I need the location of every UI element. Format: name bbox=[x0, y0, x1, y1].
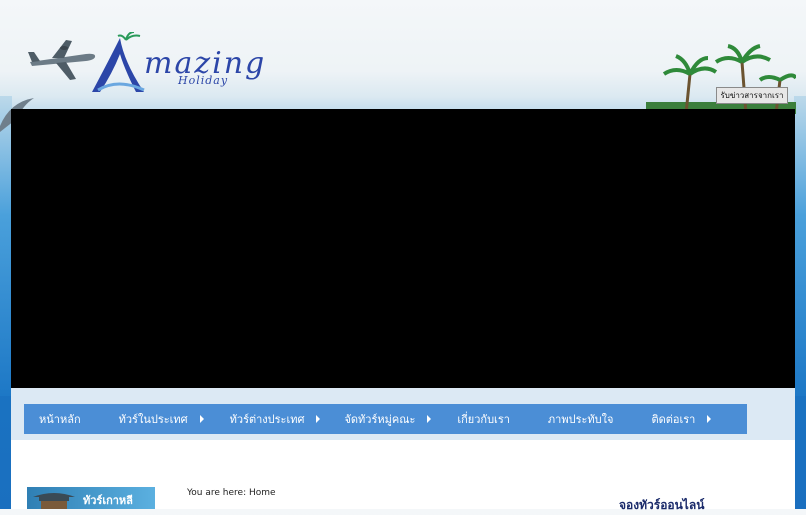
breadcrumb: You are here: Home bbox=[187, 488, 276, 498]
nav-item-label: จัดทัวร์หมู่คณะ bbox=[344, 413, 416, 426]
background-ocean-right bbox=[794, 96, 806, 396]
nav-item-gallery[interactable]: ภาพประทับใจ bbox=[548, 404, 614, 434]
site-logo[interactable]: mazing Holiday bbox=[26, 28, 276, 94]
nav-item-home[interactable]: หน้าหลัก bbox=[39, 404, 81, 434]
main-content: ทัวร์เกาหลี You are here: Home จองทัวร์อ… bbox=[11, 440, 795, 512]
nav-item-label: ทัวร์ต่างประเทศ bbox=[229, 413, 305, 426]
pagoda-icon bbox=[33, 493, 75, 509]
nav-item-domestic-tours[interactable]: ทัวร์ในประเทศ bbox=[119, 404, 204, 434]
nav-item-label: เกี่ยวกับเรา bbox=[457, 413, 510, 426]
submenu-arrow-icon bbox=[427, 415, 432, 423]
submenu-arrow-icon bbox=[707, 415, 712, 423]
hero-slideshow[interactable] bbox=[11, 109, 795, 388]
submenu-arrow-icon bbox=[199, 415, 204, 423]
nav-item-group-tours[interactable]: จัดทัวร์หมู่คณะ bbox=[344, 404, 432, 434]
nav-item-contact[interactable]: ติดต่อเรา bbox=[651, 404, 712, 434]
submenu-arrow-icon bbox=[316, 415, 321, 423]
nav-bar-container: หน้าหลัก ทัวร์ในประเทศ ทัวร์ต่างประเทศ จ… bbox=[11, 388, 795, 440]
nav-item-label: ทัวร์ในประเทศ bbox=[118, 413, 188, 426]
banner-label: ทัวร์เกาหลี bbox=[83, 494, 133, 507]
nav-item-about[interactable]: เกี่ยวกับเรา bbox=[457, 404, 510, 434]
nav-item-label: หน้าหลัก bbox=[39, 413, 81, 426]
brand-mark-icon bbox=[92, 32, 145, 92]
korea-tour-banner[interactable]: ทัวร์เกาหลี bbox=[27, 487, 155, 509]
newsletter-button[interactable]: รับข่าวสารจากเรา bbox=[716, 87, 788, 104]
brand-tagline: Holiday bbox=[178, 74, 229, 87]
nav-item-label: ติดต่อเรา bbox=[651, 413, 696, 426]
nav-item-international-tours[interactable]: ทัวร์ต่างประเทศ bbox=[230, 404, 321, 434]
main-nav: หน้าหลัก ทัวร์ในประเทศ ทัวร์ต่างประเทศ จ… bbox=[24, 404, 747, 434]
online-booking-title: จองทัวร์ออนไลน์ bbox=[619, 498, 705, 512]
nav-item-label: ภาพประทับใจ bbox=[547, 413, 614, 426]
